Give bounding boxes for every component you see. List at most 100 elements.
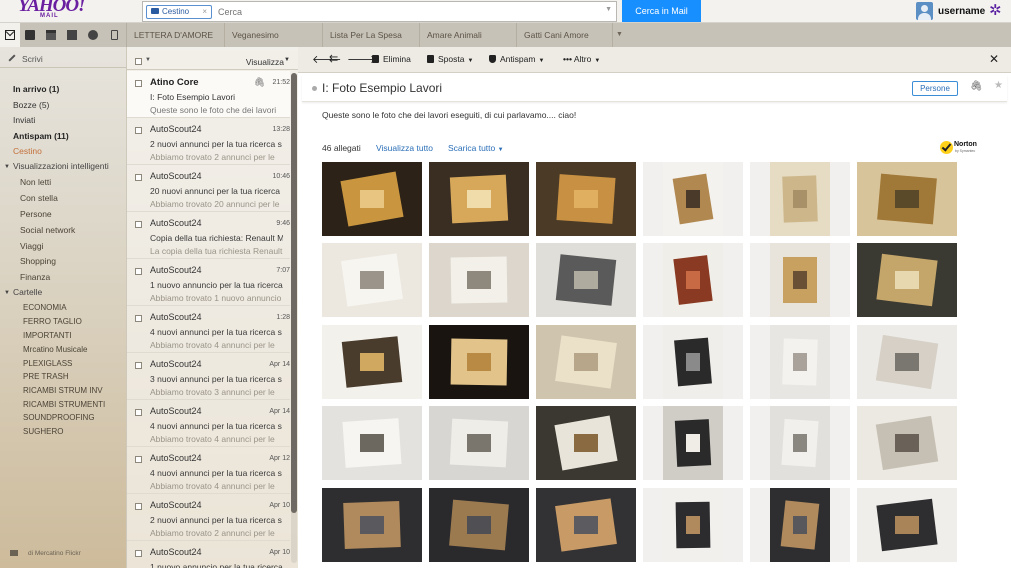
norton-badge[interactable]: Norton by Symantec xyxy=(940,139,982,155)
message-checkbox[interactable] xyxy=(135,409,142,416)
message-list-scrollbar[interactable] xyxy=(291,73,297,563)
tab-contacts[interactable] xyxy=(20,23,40,47)
message-row[interactable]: AutoScout24 Apr 10 1 nuovo annuncio per la… xyxy=(127,541,290,568)
smart-views-header[interactable]: ▼ Visualizzazioni intelligenti xyxy=(4,161,109,171)
tab-mail[interactable] xyxy=(0,23,20,47)
sidebar-item-spam[interactable]: Antispam (11) xyxy=(13,131,69,141)
message-checkbox[interactable] xyxy=(135,315,142,322)
message-checkbox[interactable] xyxy=(135,80,142,87)
star-icon[interactable]: ★ xyxy=(994,80,1003,91)
sidebar-item-social[interactable]: Social network xyxy=(20,225,75,235)
attachment-thumbnail[interactable] xyxy=(322,406,422,480)
mail-tab[interactable]: Lista Per La Spesa xyxy=(322,23,419,47)
message-checkbox[interactable] xyxy=(135,362,142,369)
reply-all-icon[interactable]: ⇇ xyxy=(329,52,338,65)
yahoo-mail-logo[interactable]: YAHOO! MAIL xyxy=(18,0,86,21)
photo-credit[interactable]: di Mercatino Flickr xyxy=(10,550,81,557)
sidebar-item-sent[interactable]: Inviati xyxy=(13,115,35,125)
attachment-thumbnail[interactable] xyxy=(322,488,422,562)
tab-messenger[interactable] xyxy=(83,23,103,47)
attachment-thumbnail[interactable] xyxy=(643,162,743,236)
view-options-button[interactable]: Visualizza xyxy=(246,57,284,67)
select-all-checkbox[interactable] xyxy=(135,58,142,65)
username[interactable]: username xyxy=(938,6,985,17)
attachment-thumbnail[interactable] xyxy=(429,488,529,562)
attachment-thumbnail[interactable] xyxy=(429,406,529,480)
more-button[interactable]: ••• Altro ▼ xyxy=(563,54,600,64)
message-checkbox[interactable] xyxy=(135,268,142,275)
attachment-thumbnail[interactable] xyxy=(322,243,422,317)
chevron-down-icon[interactable]: ▼ xyxy=(284,57,290,63)
attachment-thumbnail[interactable] xyxy=(536,162,636,236)
sidebar-folder[interactable]: RICAMBI STRUMENTI xyxy=(23,400,105,409)
search-input[interactable] xyxy=(218,5,598,19)
sidebar-folder[interactable]: SUGHERO xyxy=(23,427,63,436)
close-icon[interactable]: ✕ xyxy=(989,52,999,66)
attachment-thumbnail[interactable] xyxy=(429,243,529,317)
attachment-thumbnail[interactable] xyxy=(643,406,743,480)
message-checkbox[interactable] xyxy=(135,174,142,181)
spam-button[interactable]: Antispam ▼ xyxy=(489,54,544,64)
search-mail-button[interactable]: Cerca in Mail xyxy=(622,0,701,22)
sidebar-folder[interactable]: ECONOMIA xyxy=(23,303,67,312)
attachment-thumbnail[interactable] xyxy=(857,406,957,480)
sidebar-folder[interactable]: PRE TRASH xyxy=(23,372,69,381)
sidebar-item-finance[interactable]: Finanza xyxy=(20,272,50,282)
mail-tab[interactable]: Veganesimo xyxy=(224,23,322,47)
attachment-thumbnail[interactable] xyxy=(536,325,636,399)
message-row[interactable]: AutoScout24 7:07 1 nuovo annuncio per la t… xyxy=(127,259,290,306)
download-all-link[interactable]: Scarica tutto ▼ xyxy=(448,143,504,153)
attachment-thumbnail[interactable] xyxy=(857,325,957,399)
message-row[interactable]: AutoScout24 13:28 2 nuovi annunci per la t… xyxy=(127,118,290,165)
unread-dot-icon[interactable] xyxy=(312,86,317,91)
scrollbar-thumb[interactable] xyxy=(291,73,297,513)
sidebar-item-shopping[interactable]: Shopping xyxy=(20,256,56,266)
delete-button[interactable]: Elimina xyxy=(372,54,411,64)
attachment-thumbnail[interactable] xyxy=(750,325,850,399)
attachment-thumbnail[interactable] xyxy=(857,488,957,562)
message-row[interactable]: AutoScout24 Apr 12 4 nuovi annunci per la … xyxy=(127,447,290,494)
sidebar-folder[interactable]: FERRO TAGLIO xyxy=(23,317,82,326)
message-row[interactable]: AutoScout24 Apr 14 3 nuovi annunci per la … xyxy=(127,353,290,400)
sidebar-item-travel[interactable]: Viaggi xyxy=(20,241,43,251)
tab-notepad[interactable] xyxy=(62,23,82,47)
search-options-chevron-icon[interactable]: ▼ xyxy=(605,6,612,13)
attachment-thumbnail[interactable] xyxy=(750,243,850,317)
message-row[interactable]: AutoScout24 10:46 20 nuovi annunci per la … xyxy=(127,165,290,212)
sidebar-item-starred[interactable]: Con stella xyxy=(20,193,58,203)
sidebar-folder[interactable]: SOUNDPROOFING xyxy=(23,413,95,422)
select-menu-chevron-icon[interactable]: ▼ xyxy=(145,57,151,63)
sidebar-item-inbox[interactable]: In arrivo (1) xyxy=(13,84,59,94)
mail-tab[interactable]: Amare Animali xyxy=(419,23,516,47)
attachment-thumbnail[interactable] xyxy=(857,243,957,317)
attachment-thumbnail[interactable] xyxy=(857,162,957,236)
tab-calendar[interactable] xyxy=(41,23,61,47)
attachment-thumbnail[interactable] xyxy=(643,243,743,317)
attachment-thumbnail[interactable] xyxy=(643,325,743,399)
attachment-thumbnail[interactable] xyxy=(429,325,529,399)
attachment-thumbnail[interactable] xyxy=(536,243,636,317)
more-tabs-chevron-icon[interactable]: ▼ xyxy=(612,23,626,47)
message-row[interactable]: AutoScout24 Apr 10 2 nuovi annunci per la … xyxy=(127,494,290,541)
sidebar-item-unread[interactable]: Non letti xyxy=(20,177,51,187)
sidebar-folder[interactable]: Mrcatino Musicale xyxy=(23,345,87,354)
message-checkbox[interactable] xyxy=(135,456,142,463)
move-button[interactable]: Sposta ▼ xyxy=(427,54,473,64)
message-row[interactable]: AutoScout24 9:46 Copia della tua richiesta… xyxy=(127,212,290,259)
attachment-thumbnail[interactable] xyxy=(536,406,636,480)
folders-header[interactable]: ▼ Cartelle xyxy=(4,287,42,297)
message-checkbox[interactable] xyxy=(135,221,142,228)
message-row[interactable]: AutoScout24 Apr 14 4 nuovi annunci per la … xyxy=(127,400,290,447)
message-checkbox[interactable] xyxy=(135,127,142,134)
attachment-thumbnail[interactable] xyxy=(429,162,529,236)
attachment-thumbnail[interactable] xyxy=(536,488,636,562)
attachment-thumbnail[interactable] xyxy=(750,488,850,562)
sidebar-folder[interactable]: PLEXIGLASS xyxy=(23,359,72,368)
sidebar-item-trash[interactable]: Cestino xyxy=(13,146,42,156)
view-all-link[interactable]: Visualizza tutto xyxy=(376,143,433,153)
sidebar-folder[interactable]: RICAMBI STRUM INV xyxy=(23,386,103,395)
message-checkbox[interactable] xyxy=(135,550,142,557)
message-checkbox[interactable] xyxy=(135,503,142,510)
sidebar-item-drafts[interactable]: Bozze (5) xyxy=(13,100,49,110)
search-folder-chip[interactable]: Cestino × xyxy=(146,5,212,19)
